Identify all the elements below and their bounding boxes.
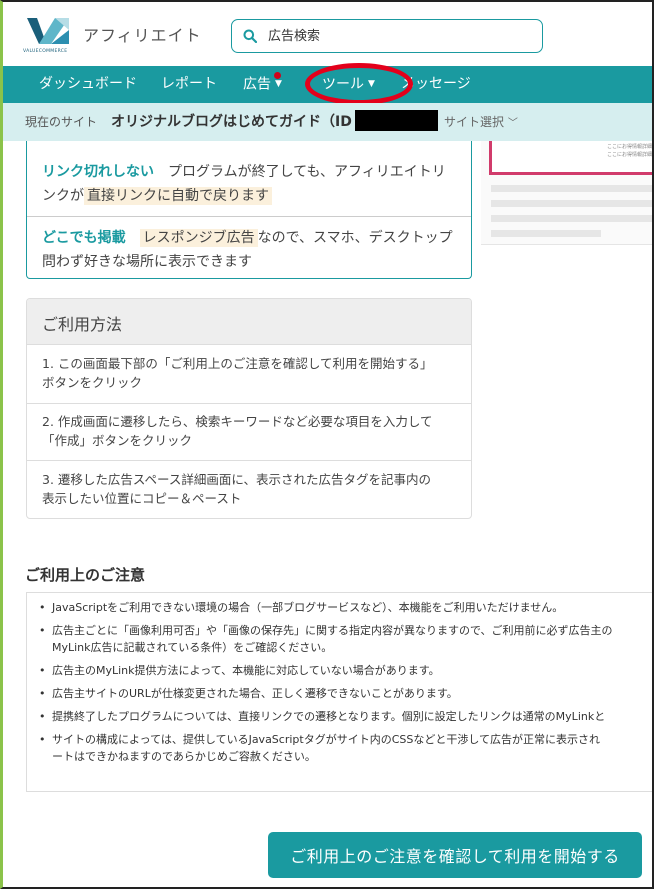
notification-dot <box>274 72 281 79</box>
current-site-bar: 現在のサイト オリジナルブログはじめてガイド（ID サイト選択 ﹀ <box>3 103 652 141</box>
main-nav: ダッシュボード レポート 広告 ▼ ツール ▼ メッセージ <box>3 66 652 103</box>
divider <box>27 460 471 461</box>
preview-placeholder-bar <box>491 185 652 192</box>
redacted-id <box>355 110 438 131</box>
usage-header: ご利用方法 <box>27 299 471 345</box>
chevron-down-icon: ▼ <box>275 79 282 89</box>
notes-item: 提携終了したプログラムについては、直接リンクでの遷移となります。個別に設定したリ… <box>37 708 652 725</box>
usage-step: 1. この画面最下部の「ご利用上のご注意を確認して利用を開始する」 ボタンをクリッ… <box>42 356 433 390</box>
preview-placeholder-bar <box>491 215 652 222</box>
logo-text: VALUECOMMERCE <box>23 49 68 54</box>
search-box[interactable] <box>231 19 543 53</box>
notes-box: JavaScriptをご利用できない環境の場合（一部ブログサービスなど）、本機能… <box>26 592 652 792</box>
usage-title: ご利用方法 <box>42 315 123 334</box>
preview-placeholder-bar <box>491 200 652 207</box>
current-site-label: 現在のサイト <box>25 115 98 129</box>
ad-preview-image: ここにお得情報詳細がはいりますここにお得情報詳細がはいります <box>481 141 652 245</box>
start-button[interactable]: ご利用上のご注意を確認して利用を開始する <box>268 832 642 878</box>
features-box: リンク切れしない プログラムが終了しても、アフィリエイトリンクが 直接リンクに自動で… <box>26 141 472 279</box>
preview-card: ここにお得情報詳細がはいりますここにお得情報詳細がはいります <box>489 141 652 175</box>
chevron-down-icon: ﹀ <box>507 118 518 129</box>
nav-item-messages[interactable]: メッセージ <box>401 66 471 103</box>
divider <box>27 403 471 404</box>
notes-item: 広告主のMyLink提供方法によって、本機能に対応していない場合があります。 <box>37 662 652 679</box>
usage-panel: ご利用方法 1. この画面最下部の「ご利用上のご注意を確認して利用を開始する」ボ… <box>26 298 472 519</box>
header: VALUECOMMERCE アフィリエイト <box>3 2 652 66</box>
valuecommerce-logo-icon <box>27 18 69 44</box>
nav-item-report[interactable]: レポート <box>161 66 217 103</box>
notes-item: JavaScriptをご利用できない環境の場合（一部ブログサービスなど）、本機能… <box>37 599 652 616</box>
feature-item: リンク切れしない プログラムが終了しても、アフィリエイトリンクが 直接リンクに自動で… <box>27 160 471 208</box>
chevron-down-icon: ▼ <box>368 79 375 89</box>
feature-heading: リンク切れしない <box>42 164 154 180</box>
usage-step: 3. 遷移した広告スペース詳細画面に、表示された広告タグを記事内の 表示したい位置… <box>42 472 432 506</box>
preview-placeholder-bar <box>491 230 601 237</box>
search-input[interactable] <box>268 26 528 46</box>
page-frame: VALUECOMMERCE アフィリエイト ダッシュボード レポート 広告▼ ツ… <box>0 0 654 889</box>
divider <box>27 216 471 217</box>
notes-item: 広告主ごとに「画像利用可否」や「画像の保存先」に関する指定内容が異なりますので、… <box>37 622 652 656</box>
feature-highlight: レスポンジブ広告 <box>139 229 258 247</box>
site-select-dropdown[interactable]: サイト選択 ﹀ <box>444 113 518 130</box>
brand-logo[interactable]: VALUECOMMERCE <box>23 14 75 58</box>
usage-step: 2. 作成画面に遷移したら、検索キーワードなど必要な項目を入力して 「作成」ボタン… <box>42 414 433 448</box>
current-site-name: オリジナルブログはじめてガイド（ID <box>111 114 352 130</box>
search-icon <box>243 29 257 43</box>
feature-highlight: 直接リンクに自動で戻ります <box>84 187 272 205</box>
feature-heading: どこでも掲載 <box>42 230 126 246</box>
notes-item: 広告主サイトのURLが仕様変更された場合、正しく遷移できないことがあります。 <box>37 685 652 702</box>
notes-item: サイトの構成によっては、提供しているJavaScriptタグがサイト内のCSSな… <box>37 731 652 765</box>
notes-list: JavaScriptをご利用できない環境の場合（一部ブログサービスなど）、本機能… <box>37 599 652 771</box>
nav-item-tools[interactable]: ツール ▼ <box>322 66 375 103</box>
notes-title: ご利用上のご注意 <box>25 566 146 584</box>
nav-item-dashboard[interactable]: ダッシュボード <box>39 66 137 103</box>
app-title: アフィリエイト <box>83 26 202 45</box>
feature-item: どこでも掲載 レスポンジブ広告 なので、スマホ、デスクトップ問わず好きな場所に表示で… <box>27 226 471 274</box>
